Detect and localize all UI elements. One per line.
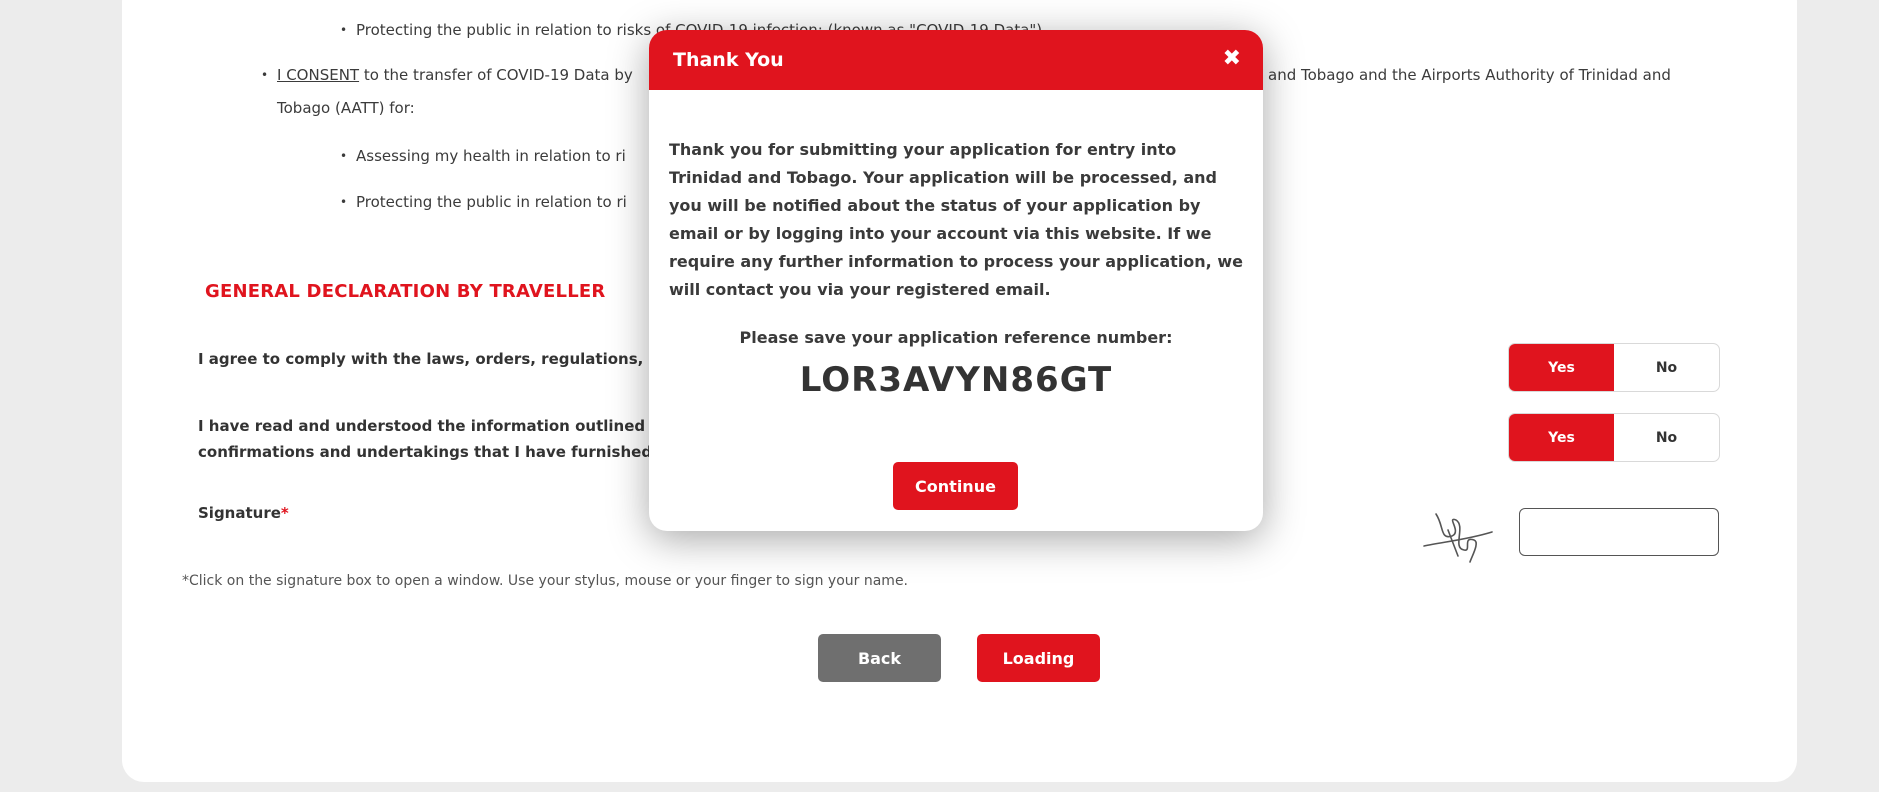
thank-you-modal: Thank You ✖ Thank you for submitting you… [649, 30, 1263, 531]
close-icon[interactable]: ✖ [1223, 46, 1241, 71]
continue-button[interactable]: Continue [893, 462, 1018, 510]
modal-body: Thank you for submitting your applicatio… [649, 90, 1263, 400]
modal-message: Thank you for submitting your applicatio… [669, 140, 1243, 299]
reference-label: Please save your application reference n… [739, 328, 1173, 347]
modal-title: Thank You [673, 49, 784, 71]
reference-number: LOR3AVYN86GT [799, 360, 1113, 400]
modal-header: Thank You ✖ [649, 30, 1263, 90]
